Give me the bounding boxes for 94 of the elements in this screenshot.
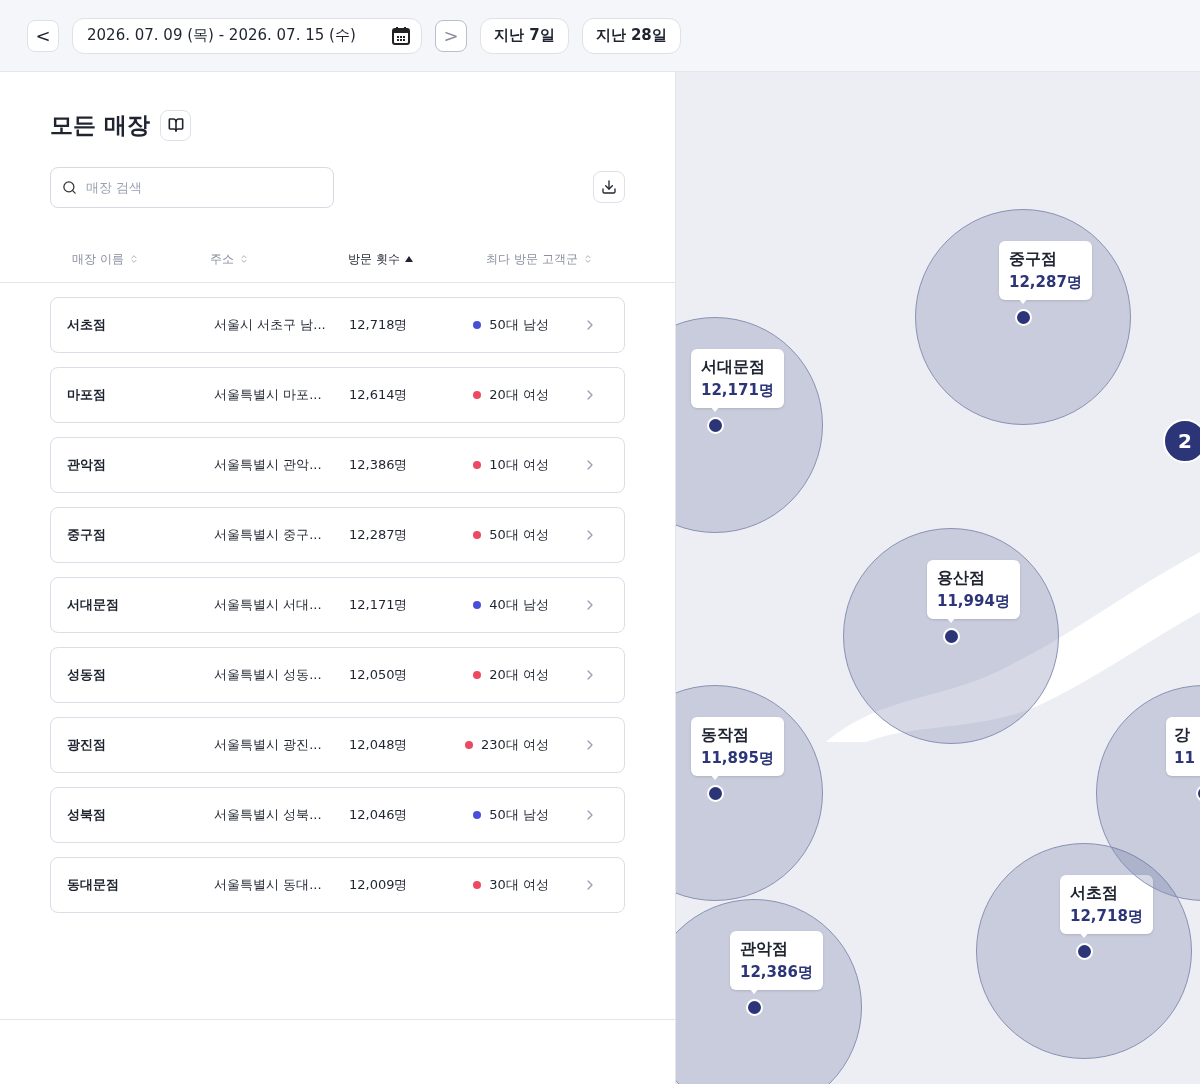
store-label-visits: 12,171명 [701,380,774,401]
store-label-visits: 11,994명 [937,591,1010,612]
store-pin[interactable] [707,417,724,434]
store-row[interactable]: 서초점 서울시 서초구 남... 12,718명 50대 남성 [50,296,625,353]
store-address: 서울특별시 성북... [214,805,323,824]
store-label-visits: 12,386명 [740,962,813,983]
store-row[interactable]: 광진점 서울특별시 광진... 12,048명 230대 여성 [50,716,625,773]
store-name: 중구점 [67,525,107,544]
visit-count: 12,386명 [349,455,409,474]
store-label[interactable]: 동작점 11,895명 [691,717,784,776]
store-name: 성북점 [67,805,107,824]
search-field[interactable]: 매장 검색 [50,166,334,208]
label-pointer-icon [1017,297,1029,304]
store-address: 서울특별시 서대... [214,595,323,614]
visit-count: 12,718명 [349,315,409,334]
top-customer-group: 230대 여성 [481,734,549,755]
top-customer-group: 20대 여성 [489,664,549,685]
store-row[interactable]: 서대문점 서울특별시 서대... 12,171명 40대 남성 [50,576,625,633]
previous-button[interactable]: < [27,19,59,52]
store-name: 동대문점 [67,875,120,894]
store-label[interactable]: 강 11 [1166,717,1200,776]
top-customer-group: 50대 남성 [489,804,549,825]
store-name: 마포점 [67,385,107,404]
label-pointer-icon [1078,931,1090,938]
store-name: 서초점 [67,315,107,334]
store-row[interactable]: 관악점 서울특별시 관악... 12,386명 10대 여성 [50,436,625,493]
column-header[interactable]: 매장 이름 [72,249,124,268]
store-address: 서울특별시 마포... [214,385,323,404]
store-row[interactable]: 마포점 서울특별시 마포... 12,614명 20대 여성 [50,366,625,423]
store-name: 성동점 [67,665,107,684]
visit-count: 12,046명 [349,805,409,824]
download-icon [601,179,617,195]
top-customer-group: 50대 여성 [489,524,549,545]
store-address: 서울특별시 관악... [214,455,323,474]
store-name: 관악점 [67,455,107,474]
store-pin[interactable] [1076,943,1093,960]
store-address: 서울특별시 중구... [214,525,323,544]
calendar-icon [391,25,411,46]
store-pin[interactable] [1015,309,1032,326]
store-name: 광진점 [67,735,107,754]
visit-count: 12,050명 [349,665,409,684]
store-row[interactable]: 동대문점 서울특별시 동대... 12,009명 30대 여성 [50,856,625,913]
label-pointer-icon [709,405,721,412]
preset-button[interactable]: 지난 28일 [581,17,681,54]
date-range-field[interactable]: 2026. 07. 09 (목) - 2026. 07. 15 (수) [72,17,422,54]
visit-count: 12,614명 [349,385,409,404]
store-label[interactable]: 서대문점 12,171명 [691,349,784,408]
store-label-name: 관악점 [740,938,789,960]
guide-button[interactable] [160,109,191,141]
preset-button[interactable]: 지난 7일 [480,17,569,54]
store-label[interactable]: 중구점 12,287명 [999,241,1092,300]
store-label-name: 중구점 [1009,248,1058,270]
store-row[interactable]: 성북점 서울특별시 성북... 12,046명 50대 남성 [50,786,625,843]
store-label-name: 용산점 [937,567,986,589]
store-pin[interactable] [746,999,763,1016]
visit-count: 12,009명 [349,875,409,894]
store-label-name: 강 [1174,724,1191,746]
visit-count: 12,048명 [349,735,409,754]
store-label[interactable]: 관악점 12,386명 [730,931,823,990]
top-customer-group: 30대 여성 [489,874,549,895]
top-customer-group: 20대 여성 [489,384,549,405]
store-address: 서울특별시 성동... [214,665,323,684]
store-label-visits: 11,895명 [701,748,774,769]
store-address: 서울시 서초구 남... [214,315,327,334]
store-label[interactable]: 용산점 11,994명 [927,560,1020,619]
book-icon [167,117,184,134]
cluster-badge[interactable]: 2 [1163,419,1200,463]
visit-count: 12,171명 [349,595,409,614]
store-label-name: 서대문점 [701,356,766,378]
top-customer-group: 40대 남성 [489,594,549,615]
date-range-text: 2026. 07. 09 (목) - 2026. 07. 15 (수) [87,25,356,47]
store-row[interactable]: 중구점 서울특별시 중구... 12,287명 50대 여성 [50,506,625,563]
label-pointer-icon [709,773,721,780]
top-customer-group: 10대 여성 [489,454,549,475]
page-title: 모든 매장 [50,111,150,140]
store-label[interactable]: 서초점 12,718명 [1060,875,1153,934]
download-button[interactable] [593,171,625,203]
store-address: 서울특별시 동대... [214,875,323,894]
store-label-visits: 12,718명 [1070,906,1143,927]
store-name: 서대문점 [67,595,120,614]
store-label-visits: 11 [1174,748,1195,769]
store-pin[interactable] [707,785,724,802]
search-icon [62,179,77,195]
top-customer-group: 50대 남성 [489,314,549,335]
store-pin[interactable] [943,628,960,645]
store-label-name: 서초점 [1070,882,1119,904]
store-row[interactable]: 성동점 서울특별시 성동... 12,050명 20대 여성 [50,646,625,703]
store-label-visits: 12,287명 [1009,272,1082,293]
store-address: 서울특별시 광진... [214,735,323,754]
visit-count: 12,287명 [349,525,409,544]
label-pointer-icon [748,987,760,994]
label-pointer-icon [945,616,957,623]
store-label-name: 동작점 [701,724,750,746]
column-header[interactable]: 방문 횟수 [348,249,400,268]
